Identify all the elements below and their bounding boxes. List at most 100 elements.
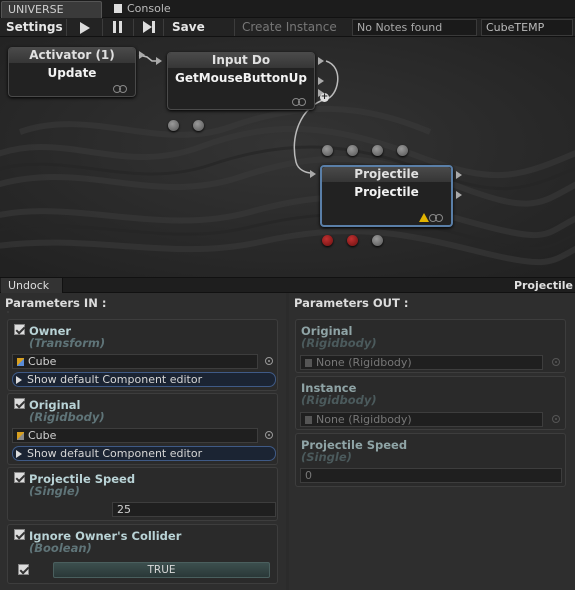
out-original-type: (Rigidbody) <box>301 336 377 350</box>
projectile-node-title: Projectile <box>322 167 451 182</box>
infinity-icon <box>113 85 127 93</box>
object-picker-icon[interactable] <box>265 357 273 365</box>
projectile-output-pin[interactable] <box>456 171 462 179</box>
param-ignore-owners-collider: Ignore Owner's Collider (Boolean) TRUE <box>7 524 278 584</box>
input-do-param-pin[interactable] <box>168 120 179 131</box>
projectile-param-pin[interactable] <box>347 145 358 156</box>
parameters-out-header: Parameters OUT : <box>294 296 409 310</box>
projectile-output-param-pin[interactable] <box>322 235 333 246</box>
tab-bar: UNIVERSE Console <box>0 0 575 18</box>
param-original: Original (Rigidbody) Cube Show default C… <box>7 393 278 465</box>
owner-editor-label: Show default Component editor <box>27 373 203 386</box>
input-do-input-pin[interactable] <box>156 57 162 65</box>
toolbar-divider <box>66 19 67 36</box>
param-owner: Owner (Transform) Cube Show default Comp… <box>7 319 278 391</box>
transform-icon <box>17 358 24 366</box>
object-picker-icon[interactable] <box>552 415 560 423</box>
param-projectile-speed: Projectile Speed (Single) 25 <box>7 467 278 521</box>
ignore-value-toggle[interactable]: TRUE <box>53 562 270 578</box>
tab-console-label: Console <box>127 2 171 15</box>
dock-bar: Undock Projectile <box>0 277 575 293</box>
projectile-param-pin[interactable] <box>372 145 383 156</box>
parameters-out-panel: Parameters OUT : Original (Rigidbody) No… <box>289 293 575 590</box>
notes-value: No Notes found <box>357 21 443 34</box>
out-original-value: None (Rigidbody) <box>316 356 412 369</box>
owner-component-editor-foldout[interactable]: Show default Component editor <box>12 372 276 387</box>
projectile-param-pin[interactable] <box>397 145 408 156</box>
rigidbody-icon <box>305 359 312 367</box>
owner-enabled-checkbox[interactable] <box>14 324 25 335</box>
foldout-arrow-icon <box>16 376 22 384</box>
out-instance-type: (Rigidbody) <box>301 393 377 407</box>
toolbar: Settings Save Create Instance No Notes f… <box>0 18 575 37</box>
toolbar-divider <box>133 19 134 36</box>
speed-value: 25 <box>117 503 131 516</box>
original-value: Cube <box>28 429 57 442</box>
save-button[interactable]: Save <box>172 19 205 36</box>
out-param-projectile-speed: Projectile Speed (Single) 0 <box>295 433 566 487</box>
infinity-icon <box>429 214 443 222</box>
projectile-output-param-pin[interactable] <box>347 235 358 246</box>
activator-node[interactable]: Activator (1) Update <box>8 47 136 97</box>
selected-node-title: Projectile <box>513 279 573 292</box>
activator-node-body: Update <box>47 66 97 80</box>
warning-icon <box>419 213 429 222</box>
step-icon[interactable] <box>143 21 155 34</box>
foldout-arrow-icon <box>16 450 22 458</box>
out-instance-value: None (Rigidbody) <box>316 413 412 426</box>
graph-canvas[interactable]: Activator (1) Update Input Do GetMouseBu… <box>0 37 575 277</box>
activator-output-pin[interactable] <box>139 51 145 59</box>
settings-button[interactable]: Settings <box>6 19 63 36</box>
projectile-output-pin[interactable] <box>456 191 462 199</box>
object-picker-icon[interactable] <box>265 431 273 439</box>
projectile-input-pin[interactable] <box>310 170 316 178</box>
tab-console[interactable]: Console <box>108 1 177 18</box>
owner-object-field[interactable]: Cube <box>12 354 258 369</box>
toolbar-divider <box>234 19 235 36</box>
pause-icon[interactable] <box>112 21 124 34</box>
ignore-enabled-checkbox[interactable] <box>14 529 25 540</box>
original-enabled-checkbox[interactable] <box>14 398 25 409</box>
notes-field[interactable]: No Notes found <box>352 19 477 36</box>
input-do-node[interactable]: Input Do GetMouseButtonUp <box>167 52 315 110</box>
projectile-node[interactable]: Projectile Projectile <box>320 165 453 227</box>
input-do-output-pin[interactable] <box>318 77 324 85</box>
original-editor-label: Show default Component editor <box>27 447 203 460</box>
toolbar-divider <box>163 19 164 36</box>
out-speed-value: 0 <box>305 469 312 482</box>
tab-universe[interactable]: UNIVERSE <box>1 1 102 18</box>
object-picker-icon[interactable] <box>552 358 560 366</box>
undock-button[interactable]: Undock <box>1 278 63 293</box>
rigidbody-icon <box>305 416 312 424</box>
activator-node-title: Activator (1) <box>9 48 135 63</box>
projectile-param-pin[interactable] <box>322 145 333 156</box>
parameters-in-header: Parameters IN : <box>5 296 107 310</box>
graph-name-field[interactable]: CubeTEMP <box>481 19 573 36</box>
input-do-param-pin[interactable] <box>193 120 204 131</box>
create-instance-button[interactable]: Create Instance <box>242 19 337 36</box>
rigidbody-icon <box>17 432 24 440</box>
toolbar-divider <box>102 19 103 36</box>
add-connection-icon[interactable]: + <box>320 93 329 102</box>
original-object-field[interactable]: Cube <box>12 428 258 443</box>
out-instance-object-field[interactable]: None (Rigidbody) <box>300 412 543 427</box>
original-component-editor-foldout[interactable]: Show default Component editor <box>12 446 276 461</box>
input-do-node-body: GetMouseButtonUp <box>174 71 308 85</box>
param-speed-spacer <box>7 311 9 313</box>
out-original-object-field[interactable]: None (Rigidbody) <box>300 355 543 370</box>
input-do-output-pin[interactable] <box>318 57 324 65</box>
out-param-instance: Instance (Rigidbody) None (Rigidbody) <box>295 376 566 430</box>
play-icon[interactable] <box>80 22 90 34</box>
out-speed-input[interactable]: 0 <box>300 468 562 483</box>
owner-type: (Transform) <box>29 336 106 350</box>
owner-value: Cube <box>28 355 57 368</box>
infinity-icon <box>292 98 306 106</box>
speed-type: (Single) <box>29 484 80 498</box>
ignore-value-checkbox[interactable] <box>18 564 29 575</box>
speed-enabled-checkbox[interactable] <box>14 472 25 483</box>
console-icon <box>114 4 122 13</box>
original-type: (Rigidbody) <box>29 410 105 424</box>
projectile-output-param-pin[interactable] <box>372 235 383 246</box>
graph-name-value: CubeTEMP <box>486 21 545 34</box>
speed-input[interactable]: 25 <box>112 502 276 517</box>
